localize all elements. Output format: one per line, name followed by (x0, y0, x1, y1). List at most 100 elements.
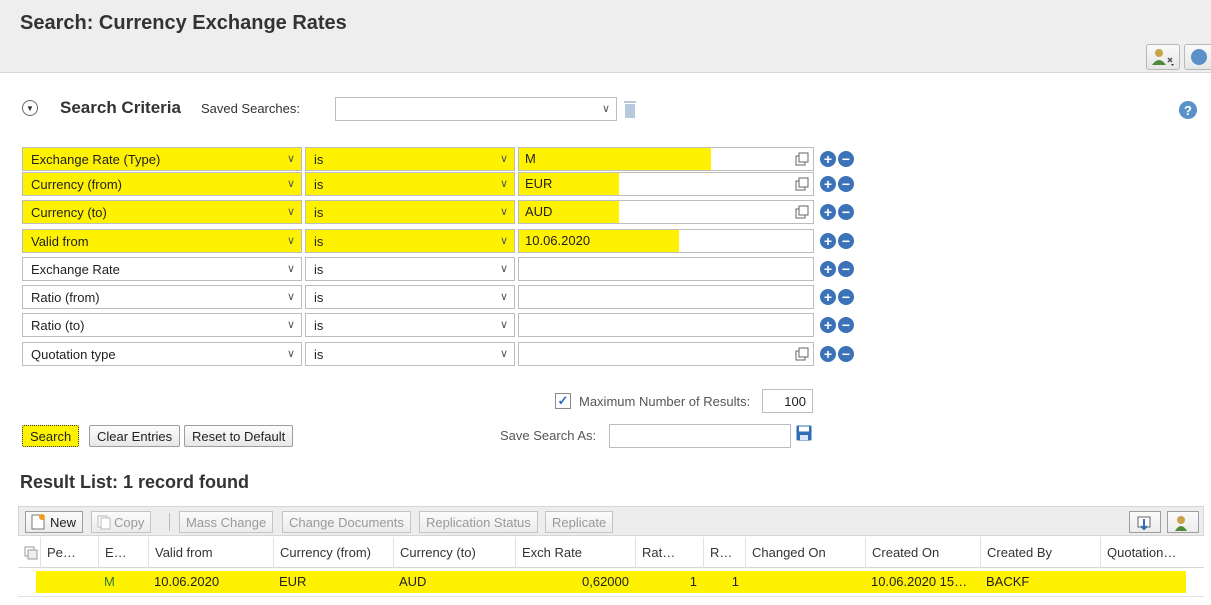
new-button[interactable]: New (25, 511, 84, 533)
personalize-button[interactable] (1146, 44, 1180, 70)
column-header[interactable]: Pe… (40, 537, 98, 568)
select-all-icon[interactable] (24, 546, 38, 560)
add-row-icon[interactable]: + (820, 261, 836, 277)
replication-status-button[interactable]: Replication Status (419, 511, 538, 533)
criteria-value-input[interactable]: 10.06.2020 (518, 229, 814, 253)
criteria-field-select[interactable]: Currency (from) ∨ (22, 172, 302, 196)
criteria-field-select[interactable]: Ratio (to) ∨ (22, 313, 302, 337)
column-header[interactable]: Currency (to) (393, 537, 515, 568)
criteria-value-input[interactable]: M (518, 147, 814, 171)
add-row-icon[interactable]: + (820, 289, 836, 305)
chevron-down-icon: ∨ (601, 103, 610, 115)
chevron-down-icon: ∨ (499, 348, 508, 360)
page-title: Search: Currency Exchange Rates (20, 12, 347, 34)
save-icon[interactable] (796, 425, 812, 441)
remove-row-icon[interactable]: − (838, 151, 854, 167)
save-search-input[interactable] (609, 424, 791, 448)
add-row-icon[interactable]: + (820, 151, 836, 167)
criteria-value-input[interactable] (518, 257, 814, 281)
search-criteria-title: Search Criteria (60, 98, 181, 117)
column-header[interactable]: Valid from (148, 537, 273, 568)
table-cell-created-by: BACKF (986, 574, 1030, 589)
value-help-icon[interactable] (795, 347, 809, 361)
criteria-operator-select[interactable]: is ∨ (305, 257, 515, 281)
value-help-icon[interactable] (795, 152, 809, 166)
column-header[interactable]: E… (98, 537, 148, 568)
column-header[interactable]: Currency (from) (273, 537, 393, 568)
criteria-value-input[interactable] (518, 285, 814, 309)
chevron-down-icon: ∨ (286, 178, 295, 190)
user-settings-icon (1175, 516, 1187, 531)
chevron-down-icon: ∨ (499, 291, 508, 303)
add-row-icon[interactable]: + (820, 317, 836, 333)
add-row-icon[interactable]: + (820, 346, 836, 362)
replicate-button[interactable]: Replicate (545, 511, 614, 533)
chevron-down-icon: ∨ (286, 235, 295, 247)
table-row[interactable]: M 10.06.2020 EUR AUD 0,62000 1 1 10.06.2020 15…… (36, 571, 1186, 593)
max-results-checkbox[interactable]: ✓ (555, 393, 571, 409)
copy-button[interactable]: Copy (91, 511, 152, 533)
criteria-operator-select[interactable]: is ∨ (305, 342, 515, 366)
column-header[interactable]: Created By (980, 537, 1100, 568)
criteria-value-input[interactable] (518, 313, 814, 337)
clear-entries-button[interactable]: Clear Entries (89, 425, 181, 447)
column-header[interactable]: Changed On (745, 537, 865, 568)
remove-row-icon[interactable]: − (838, 176, 854, 192)
change-documents-button[interactable]: Change Documents (282, 511, 411, 533)
criteria-operator-select[interactable]: is ∨ (305, 285, 515, 309)
max-results-input[interactable]: 100 (762, 389, 813, 413)
remove-row-icon[interactable]: − (838, 346, 854, 362)
remove-row-icon[interactable]: − (838, 289, 854, 305)
criteria-operator-select[interactable]: is ∨ (305, 229, 515, 253)
chevron-down-icon: ∨ (286, 263, 295, 275)
table-cell-exch-rate: 0,62000 (582, 574, 629, 589)
table-personalize-button[interactable] (1167, 511, 1199, 533)
collapse-toggle-icon[interactable]: ▼ (22, 100, 38, 116)
header-help-button[interactable] (1184, 44, 1211, 70)
column-header[interactable]: R… (703, 537, 745, 568)
criteria-field-select[interactable]: Ratio (from) ∨ (22, 285, 302, 309)
column-header[interactable]: Exch Rate (515, 537, 635, 568)
criteria-field-select[interactable]: Currency (to) ∨ (22, 200, 302, 224)
criteria-field-select[interactable]: Exchange Rate ∨ (22, 257, 302, 281)
saved-searches-label: Saved Searches: (200, 100, 300, 116)
remove-row-icon[interactable]: − (838, 233, 854, 249)
remove-row-icon[interactable]: − (838, 204, 854, 220)
criteria-operator-select[interactable]: is ∨ (305, 200, 515, 224)
search-button[interactable]: Search (22, 425, 80, 447)
new-document-icon (31, 514, 45, 530)
saved-searches-dropdown[interactable]: ∨ (335, 97, 617, 121)
table-cell-currency-to: AUD (399, 574, 427, 589)
reset-to-default-button[interactable]: Reset to Default (184, 425, 294, 447)
chevron-down-icon: ∨ (499, 235, 508, 247)
add-row-icon[interactable]: + (820, 233, 836, 249)
column-header[interactable]: Quotation… (1100, 537, 1204, 568)
remove-row-icon[interactable]: − (838, 317, 854, 333)
criteria-value-input[interactable] (518, 342, 814, 366)
criteria-value-input[interactable]: AUD (518, 200, 814, 224)
result-list-title: Result List: 1 record found (20, 472, 250, 492)
remove-row-icon[interactable]: − (838, 261, 854, 277)
trash-icon[interactable] (623, 99, 637, 119)
value-help-icon[interactable] (795, 177, 809, 191)
table-cell-created-on: 10.06.2020 15… (871, 574, 968, 589)
criteria-field-select[interactable]: Exchange Rate (Type) ∨ (22, 147, 302, 171)
export-button[interactable] (1129, 511, 1161, 533)
criteria-operator-select[interactable]: is ∨ (305, 313, 515, 337)
value-help-icon[interactable] (795, 205, 809, 219)
table-cell-exchange-type: M (104, 574, 115, 589)
column-header[interactable]: Created On (865, 537, 980, 568)
column-header[interactable]: Rat… (635, 537, 703, 568)
criteria-field-select[interactable]: Quotation type ∨ (22, 342, 302, 366)
add-row-icon[interactable]: + (820, 204, 836, 220)
criteria-operator-select[interactable]: is ∨ (305, 172, 515, 196)
criteria-value-input[interactable]: EUR (518, 172, 814, 196)
chevron-down-icon: ∨ (499, 153, 508, 165)
criteria-operator-select[interactable]: is ∨ (305, 147, 515, 171)
add-row-icon[interactable]: + (820, 176, 836, 192)
search-criteria-header: ▼ Search Criteria Saved Searches: (22, 95, 300, 121)
mass-change-button[interactable]: Mass Change (179, 511, 274, 533)
max-results-option: ✓ Maximum Number of Results: (555, 390, 750, 412)
criteria-field-select[interactable]: Valid from ∨ (22, 229, 302, 253)
help-icon[interactable]: ? (1179, 101, 1197, 119)
